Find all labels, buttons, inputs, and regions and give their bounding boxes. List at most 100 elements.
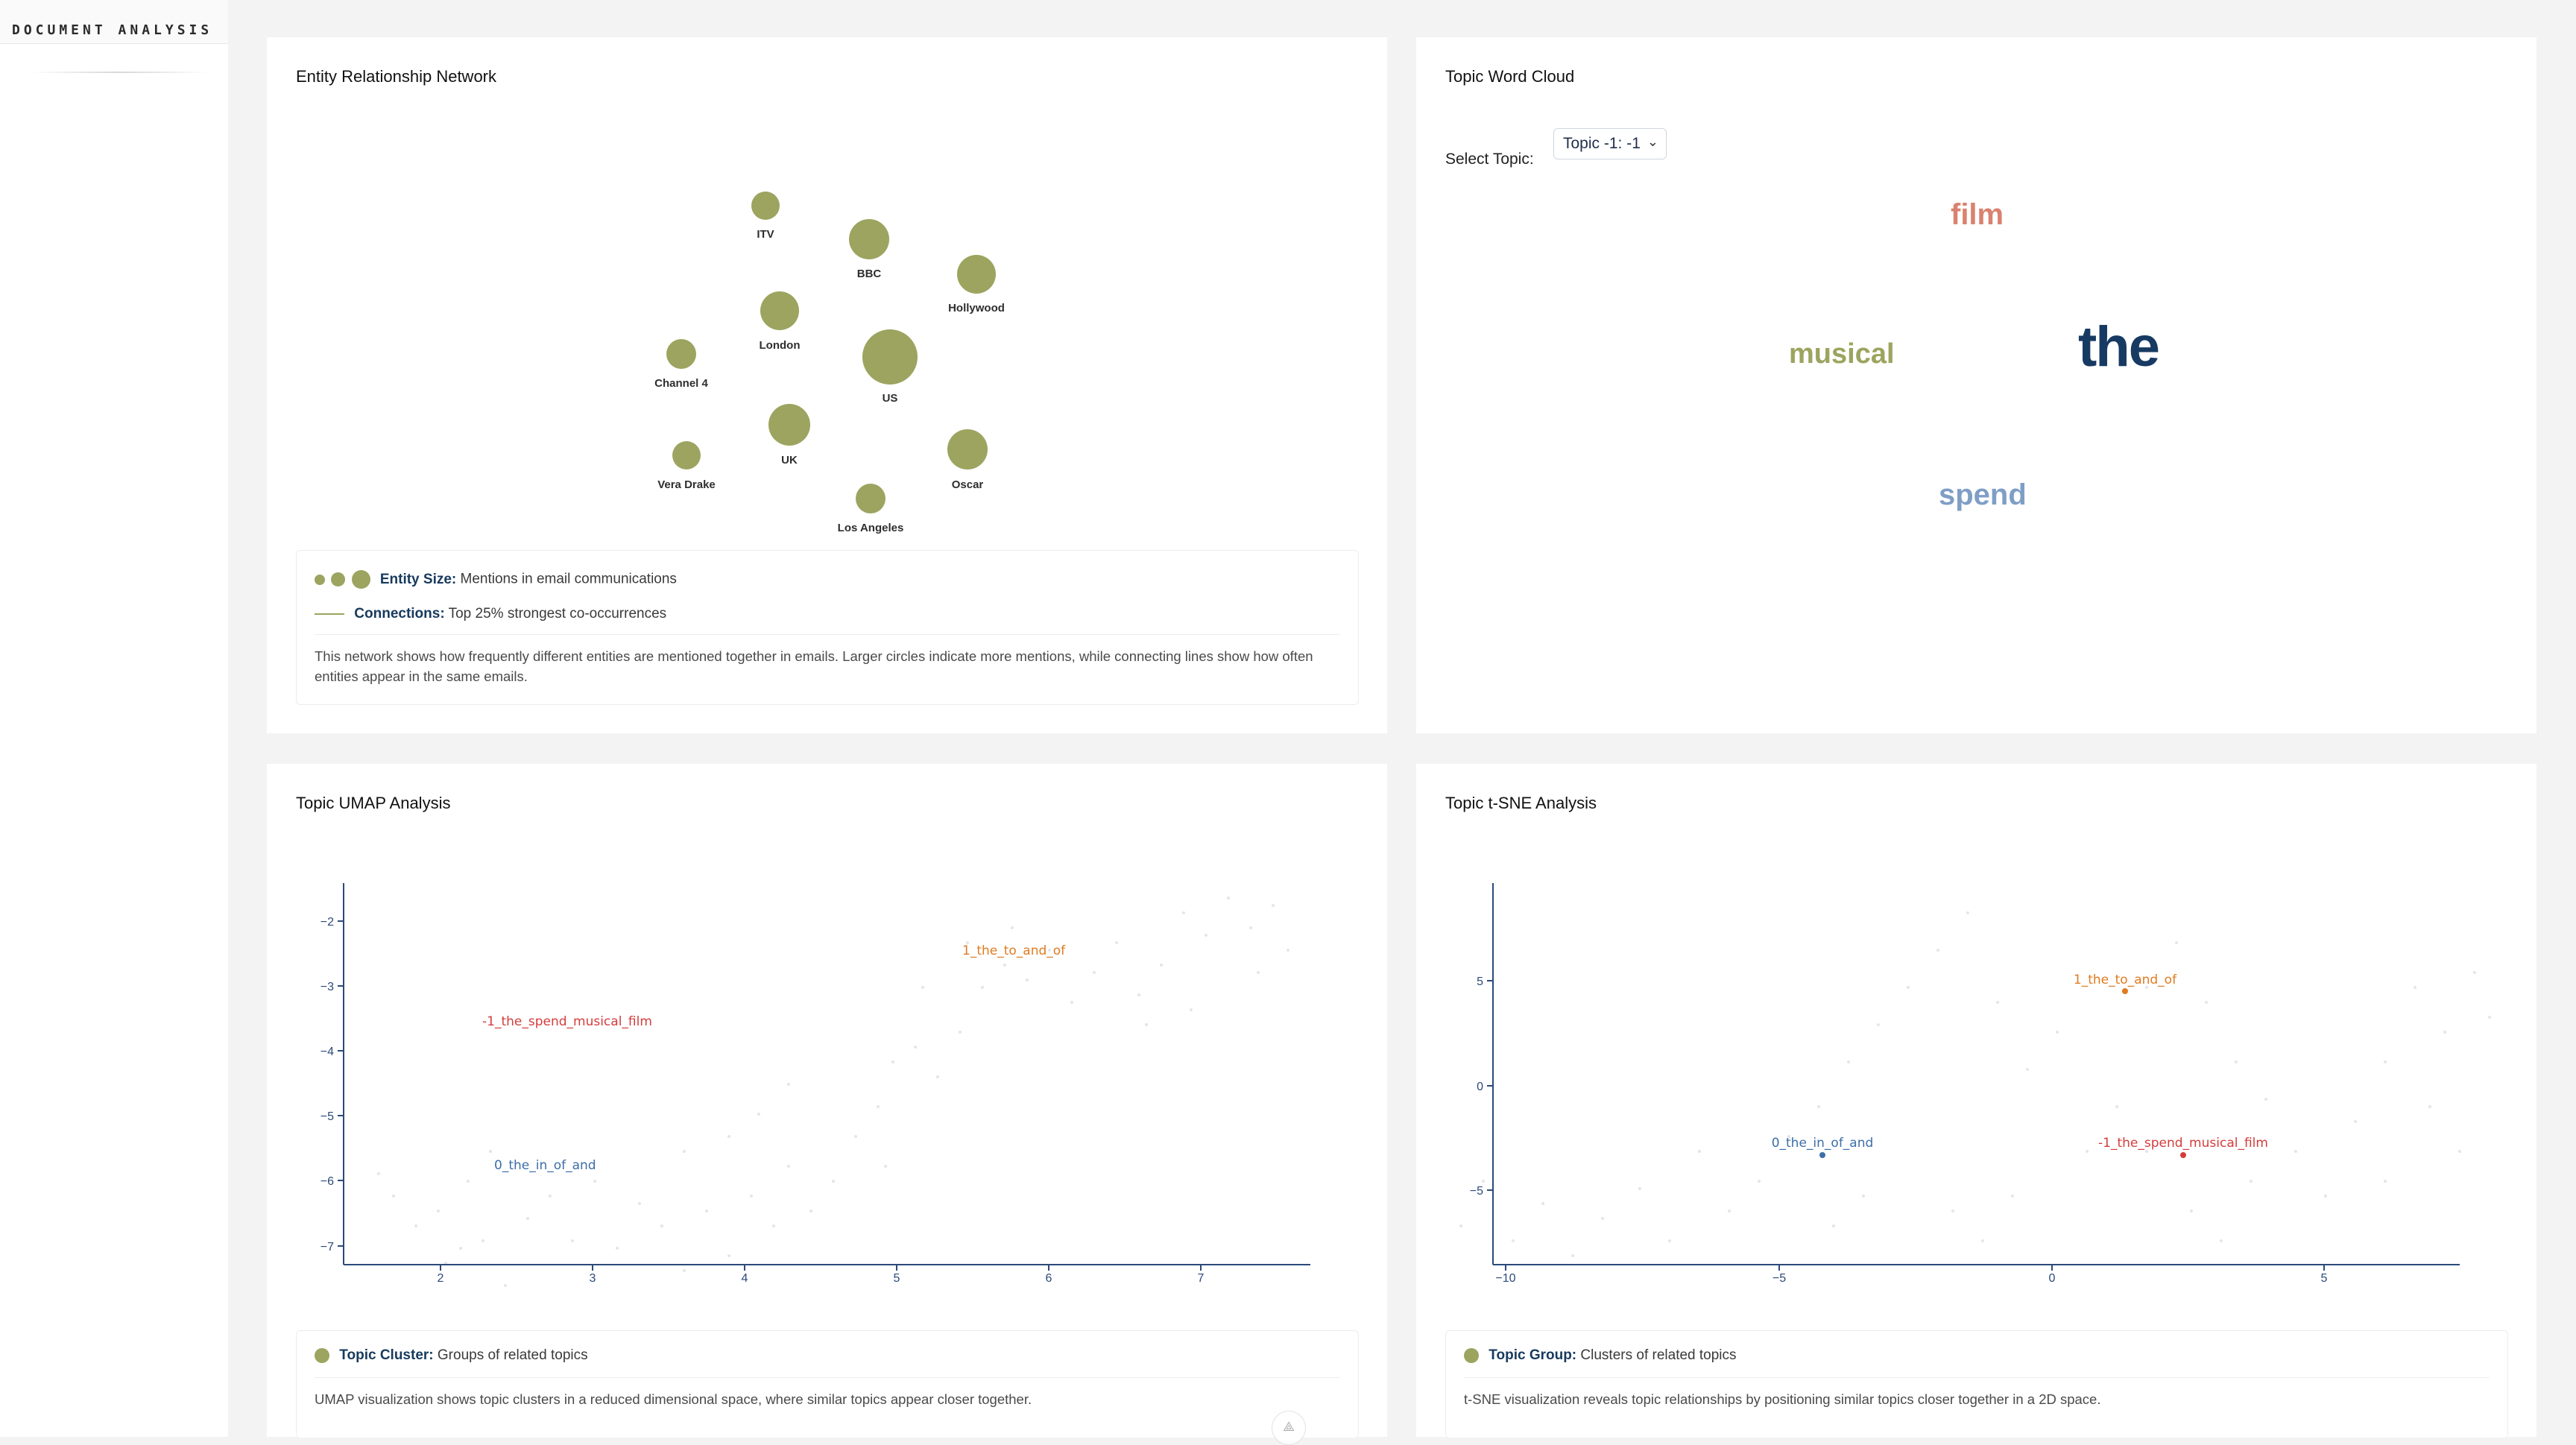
legend-divider [315, 634, 1340, 635]
legend-desc: Mentions in email communications [460, 571, 677, 587]
y-tick-label: −2 [321, 916, 334, 929]
y-tick-label: −5 [1470, 1185, 1483, 1198]
cluster-1-the-to-and-of[interactable]: 1_the_to_and_of [2074, 973, 2177, 994]
node-label: ITV [757, 228, 774, 241]
legend-desc: Top 25% strongest co-occurrences [448, 606, 667, 622]
connections-legend: Connections: Top 25% strongest co-occurr… [315, 606, 666, 622]
tsne-scatter-plot[interactable]: 5 0 −5 −10 −5 0 5 1_the_to_and_of 0_the_… [1416, 764, 2536, 1330]
x-tick-label: 2 [438, 1272, 444, 1285]
umap-description: UMAP visualization shows topic clusters … [315, 1391, 1032, 1407]
entity-node-itv[interactable]: ITV [751, 192, 780, 241]
entity-size-legend: Entity Size: Mentions in email communica… [315, 570, 677, 589]
y-tick-label: −4 [321, 1046, 334, 1058]
node-label: Channel 4 [654, 377, 708, 390]
cluster-0-the-in-of-and[interactable]: 0_the_in_of_and [1772, 1136, 1874, 1158]
entity-node-oscar[interactable]: Oscar [947, 429, 988, 491]
x-tick-label: −5 [1772, 1272, 1786, 1285]
legend-key: Topic Group: [1489, 1347, 1577, 1363]
cluster-label: 1_the_to_and_of [962, 943, 1066, 958]
legend-desc: Clusters of related topics [1580, 1347, 1737, 1363]
entity-node-uk[interactable]: UK [768, 404, 810, 467]
topic-select[interactable]: Topic -1: -1 ⌄ [1553, 128, 1667, 159]
entity-node-channel-4[interactable]: Channel 4 [654, 339, 708, 390]
y-tick-label: 5 [1477, 976, 1483, 988]
entity-node-los-angeles[interactable]: Los Angeles [838, 484, 904, 534]
card-title: Entity Relationship Network [296, 67, 497, 86]
word-cloud-card: Topic Word Cloud Select Topic: Topic -1:… [1416, 37, 2536, 733]
app-logo-icon[interactable]: ⟁ [1272, 1411, 1306, 1445]
word-spend: spend [1939, 478, 2027, 511]
legend-key: Connections: [354, 606, 445, 622]
entity-node-us[interactable]: US [862, 329, 918, 405]
x-tick-label: 0 [2049, 1272, 2056, 1285]
sidebar-divider [30, 72, 209, 73]
node-label: Hollywood [948, 302, 1005, 314]
network-legend: Entity Size: Mentions in email communica… [296, 550, 1359, 705]
y-tick-label: −6 [321, 1175, 334, 1188]
cluster-label: 0_the_in_of_and [1772, 1136, 1874, 1151]
legend-divider [1464, 1377, 2490, 1378]
sidebar: DOCUMENT ANALYSIS [0, 0, 228, 1437]
umap-y-axis: −2 −3 −4 −5 −6 −7 [321, 916, 344, 1253]
tsne-card: Topic t-SNE Analysis 5 0 −5 −10 −5 0 5 1… [1416, 764, 2536, 1438]
legend-desc: Groups of related topics [437, 1347, 588, 1363]
tsne-points [1459, 911, 2491, 1257]
select-topic-label: Select Topic: [1445, 151, 1534, 168]
node-label: London [760, 339, 801, 352]
cluster-neg1-the-spend-musical-film[interactable]: -1_the_spend_musical_film [2098, 1136, 2268, 1158]
y-tick-label: 0 [1477, 1081, 1483, 1093]
node-label: US [883, 392, 898, 405]
y-tick-label: −7 [321, 1241, 334, 1253]
umap-legend: Topic Cluster: Groups of related topics … [296, 1330, 1359, 1438]
legend-key: Topic Cluster: [339, 1347, 434, 1363]
tsne-legend: Topic Group: Clusters of related topics … [1445, 1330, 2508, 1438]
node-label: Oscar [952, 478, 984, 491]
x-tick-label: 3 [590, 1272, 596, 1285]
x-tick-label: 7 [1198, 1272, 1205, 1285]
entity-network-card: Entity Relationship Network ITV BBC Holl… [267, 37, 1387, 733]
large-dot-icon [351, 570, 370, 589]
small-dot-icon [315, 574, 325, 585]
node-label: UK [781, 454, 798, 467]
medium-dot-icon [331, 572, 346, 586]
legend-divider [315, 1377, 1340, 1378]
word-film: film [1951, 198, 2004, 231]
umap-points [377, 897, 1289, 1287]
topic-select-value: Topic -1: -1 [1563, 135, 1641, 152]
entity-node-vera-drake[interactable]: Vera Drake [657, 441, 716, 491]
node-label: Vera Drake [657, 478, 716, 491]
word-the: the [2078, 315, 2160, 379]
card-title: Topic Word Cloud [1445, 67, 1575, 86]
x-tick-label: 6 [1046, 1272, 1052, 1285]
chevron-down-icon: ⌄ [1647, 134, 1658, 149]
umap-scatter-plot[interactable]: −2 −3 −4 −5 −6 −7 2 3 4 5 6 7 1_the_to_a… [267, 764, 1387, 1330]
x-tick-label: 5 [894, 1272, 900, 1285]
node-label: Los Angeles [838, 522, 904, 534]
word-musical: musical [1789, 338, 1895, 370]
tsne-description: t-SNE visualization reveals topic relati… [1464, 1391, 2101, 1407]
x-tick-label: 4 [742, 1272, 748, 1285]
entity-network-graph[interactable]: ITV BBC Hollywood London US Channel 4 UK [267, 112, 1387, 544]
x-tick-label: 5 [2321, 1272, 2328, 1285]
topic-cluster-legend: Topic Cluster: Groups of related topics [315, 1347, 588, 1364]
entity-node-london[interactable]: London [760, 291, 801, 352]
network-description: This network shows how frequently differ… [315, 648, 1313, 684]
tsne-y-axis: 5 0 −5 [1470, 976, 1493, 1198]
node-label: BBC [857, 268, 882, 280]
line-icon [315, 613, 344, 615]
dot-icon [1464, 1347, 1479, 1363]
y-tick-label: −3 [321, 981, 334, 993]
cluster-label: -1_the_spend_musical_film [482, 1014, 652, 1029]
umap-x-axis: 2 3 4 5 6 7 [438, 1265, 1205, 1285]
cluster-label: -1_the_spend_musical_film [2098, 1136, 2268, 1151]
legend-key: Entity Size: [379, 571, 457, 587]
entity-node-hollywood[interactable]: Hollywood [948, 255, 1005, 314]
dot-icon [315, 1347, 329, 1363]
entity-node-bbc[interactable]: BBC [849, 219, 889, 280]
app-brand: DOCUMENT ANALYSIS [12, 22, 213, 38]
cluster-label: 0_the_in_of_and [494, 1158, 596, 1173]
cluster-label: 1_the_to_and_of [2074, 973, 2177, 987]
y-tick-label: −5 [321, 1110, 334, 1123]
tsne-x-axis: −10 −5 0 5 [1495, 1265, 2328, 1285]
x-tick-label: −10 [1495, 1272, 1515, 1285]
